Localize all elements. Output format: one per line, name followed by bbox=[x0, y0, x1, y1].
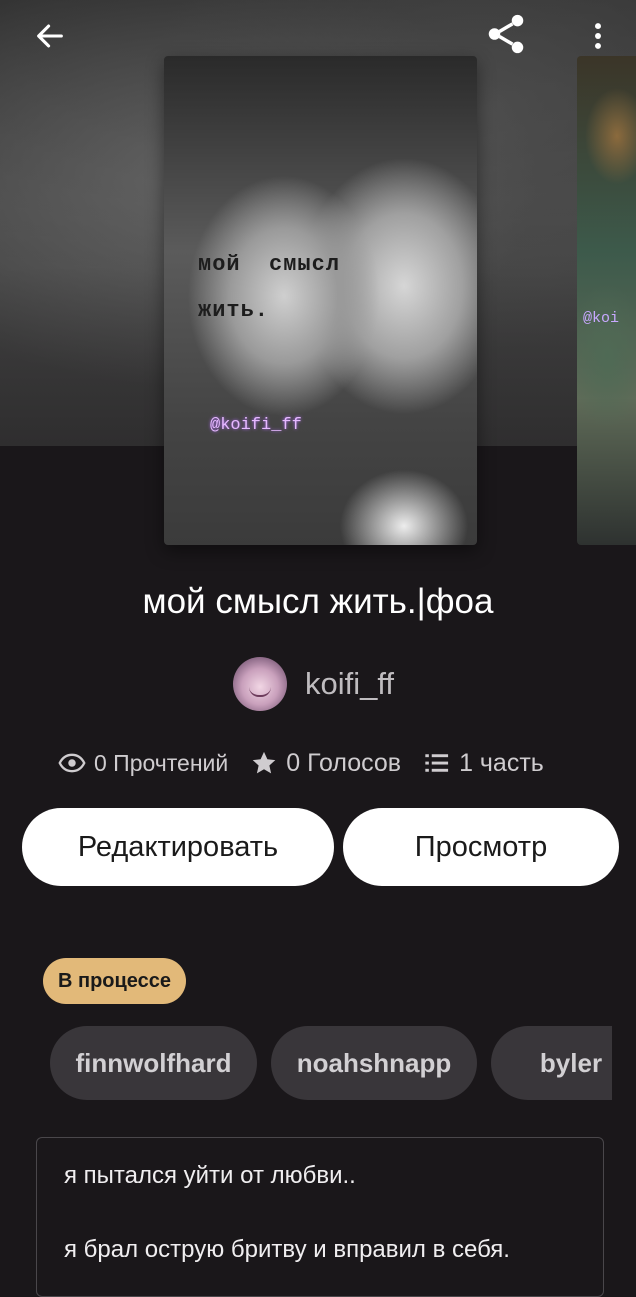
tag-byler[interactable]: byler bbox=[491, 1026, 612, 1100]
share-button[interactable] bbox=[482, 10, 530, 58]
preview-button[interactable]: Просмотр bbox=[343, 808, 619, 886]
arrow-left-icon bbox=[37, 24, 63, 48]
tag-finnwolfhard[interactable]: finnwolfhard bbox=[50, 1026, 257, 1100]
back-button[interactable] bbox=[26, 12, 74, 60]
story-stats: 0 Прочтений 0 Голосов 1 часть bbox=[58, 740, 544, 786]
share-icon bbox=[488, 14, 524, 54]
votes-count: 0 Голосов bbox=[286, 748, 402, 777]
story-cover[interactable]: мой смысл жить. @koifi_ff bbox=[164, 56, 477, 545]
story-title: мой смысл жить.|фоа bbox=[142, 582, 494, 621]
cover-text-line-2: жить. bbox=[198, 298, 270, 323]
cover-handle: @koifi_ff bbox=[210, 416, 302, 435]
description-spacer bbox=[64, 1194, 603, 1232]
parts-stat: 1 часть bbox=[423, 749, 544, 778]
edit-button[interactable]: Редактировать bbox=[22, 808, 334, 886]
cover-text-line-1: мой смысл bbox=[198, 252, 341, 277]
author[interactable]: koifi_ff bbox=[233, 656, 394, 712]
description-line-1: я пытался уйти от любви.. bbox=[64, 1162, 356, 1189]
author-name[interactable]: koifi_ff bbox=[305, 666, 394, 702]
reads-count: 0 Прочтений bbox=[94, 749, 229, 776]
next-story-cover[interactable]: @koi bbox=[577, 56, 636, 545]
more-vertical-icon bbox=[595, 23, 601, 49]
story-description: я пытался уйти от любви.. я брал острую … bbox=[36, 1137, 604, 1297]
star-icon bbox=[252, 751, 276, 774]
list-icon bbox=[425, 754, 449, 772]
reads-stat: 0 Прочтений bbox=[58, 749, 228, 777]
description-line-2: я брал острую бритву и вправил в себя. bbox=[64, 1236, 510, 1263]
next-cover-handle: @koi bbox=[583, 310, 620, 327]
avatar[interactable] bbox=[233, 657, 287, 711]
eye-icon bbox=[58, 753, 86, 773]
parts-count: 1 часть bbox=[459, 748, 544, 777]
status-badge: В процессе bbox=[43, 958, 187, 1004]
more-options-button[interactable] bbox=[574, 12, 622, 60]
tag-noahshnapp[interactable]: noahshnapp bbox=[271, 1026, 477, 1100]
votes-stat: 0 Голосов bbox=[250, 749, 401, 778]
tag-list: finnwolfhard noahshnapp byler bbox=[50, 1026, 612, 1102]
